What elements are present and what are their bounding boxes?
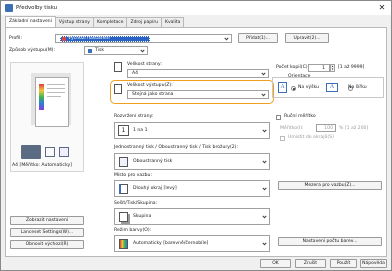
staple-value: Skupina xyxy=(133,214,152,219)
duplex-icon xyxy=(118,156,129,167)
layout-select[interactable]: 1 1 na 1 xyxy=(114,122,270,139)
title-bar: Předvolby tisku ✕ xyxy=(1,1,391,15)
binding-icon xyxy=(118,183,129,194)
staple-select[interactable]: Skupina xyxy=(114,208,270,225)
document-icon xyxy=(45,147,55,157)
color-mode-icon xyxy=(118,238,129,249)
print-icon xyxy=(88,48,92,53)
output-size-icon xyxy=(114,84,122,94)
layout-value: 1 na 1 xyxy=(133,128,148,133)
profile-select[interactable]: Výchozí nastavení xyxy=(55,34,232,43)
page-size-label: Velikost strany: xyxy=(127,62,162,67)
window-title: Předvolby tisku xyxy=(16,5,58,11)
layout-icon: 1 xyxy=(118,125,129,136)
profile-value: Výchozí nastavení xyxy=(68,36,110,41)
output-method-select[interactable]: Tisk xyxy=(84,46,148,55)
tab-basic-settings[interactable]: Základní nastavení xyxy=(5,16,56,27)
binding-value: Dlouhý okraj [levý] xyxy=(133,186,177,191)
profile-label: Profil: xyxy=(9,36,23,41)
margins-label: Umístit do okrajů(S) xyxy=(288,135,334,140)
staple-label: Sešít/Tisk/Skupina: xyxy=(114,201,158,206)
settings-panel: Profil: Výchozí nastavení Přidat(1)... U… xyxy=(5,27,387,257)
output-size-value: Stejná jako strana xyxy=(132,92,174,97)
binding-label: Místo pro vazbu: xyxy=(114,173,152,178)
group-icon xyxy=(118,211,129,222)
color-mode-label: Režim barvy(O): xyxy=(114,228,152,233)
close-icon[interactable]: ✕ xyxy=(377,3,387,13)
layout-preview-icon xyxy=(59,147,69,157)
scale-unit: % [1 až 200] xyxy=(339,126,369,131)
ok-button[interactable]: OK xyxy=(260,259,291,268)
tab-page-output[interactable]: Výstup strany xyxy=(54,17,94,27)
cancel-button[interactable]: Zrušit xyxy=(295,259,326,268)
portrait-label: Na výšku xyxy=(298,85,319,90)
scale-label: Měřítko(I): xyxy=(280,126,304,131)
color-mode-value: Automaticky [barevně/černobíle] xyxy=(133,241,209,246)
color-count-button[interactable]: Nastavení počtu barev... xyxy=(278,237,382,246)
duplex-label: Jednostranný tisk / Oboustranný tisk / T… xyxy=(114,145,239,150)
duplex-select[interactable]: Oboustranný tisk xyxy=(114,153,270,170)
preview-area: A4 [Měřítko: Automaticky] xyxy=(10,62,84,172)
gutter-button[interactable]: Mezera pro vazbu(Z)... xyxy=(278,181,382,190)
output-method-value: Tisk xyxy=(95,48,104,53)
manual-scale-checkbox[interactable] xyxy=(276,115,281,120)
help-button[interactable]: Nápověda xyxy=(360,259,387,268)
landscape-label: Na šířku xyxy=(348,85,367,90)
copies-label: Počet kopií(C): xyxy=(276,65,310,70)
manual-scale-label: Ruční měřítko xyxy=(284,114,316,119)
page-size-value: A4 xyxy=(132,71,139,76)
apply-button[interactable]: Použít xyxy=(330,259,357,268)
layout-label: Rozvržení strany: xyxy=(114,114,154,119)
copies-value: 1 xyxy=(322,65,325,71)
duplex-value: Oboustranný tisk xyxy=(133,159,173,164)
tab-paper-source[interactable]: Zdroj papíru xyxy=(126,17,163,27)
copies-range: [1 až 9999] xyxy=(338,65,365,70)
show-settings-button[interactable]: Zobrazit nastavení xyxy=(10,216,84,225)
tab-finishing[interactable]: Kompletace xyxy=(92,17,128,27)
print-preferences-window: Předvolby tisku ✕ Základní nastavení Výs… xyxy=(0,0,392,271)
profile-icon xyxy=(62,36,66,41)
preview-caption: A4 [Měřítko: Automaticky] xyxy=(12,163,72,168)
tab-quality[interactable]: Kvalita xyxy=(161,17,185,27)
output-size-label: Velikost výstupu(Z): xyxy=(127,83,173,88)
portrait-radio[interactable] xyxy=(291,86,296,91)
lanceset-settings-button[interactable]: Lanceset Settings(W)... xyxy=(10,228,84,237)
add-profile-button[interactable]: Přidat(1)... xyxy=(238,33,278,43)
landscape-icon: A xyxy=(326,83,338,92)
preview-color-strip xyxy=(39,84,44,110)
page-size-icon xyxy=(114,62,122,72)
binding-select[interactable]: Dlouhý okraj [levý] xyxy=(114,180,270,197)
page-size-select[interactable]: A4 xyxy=(127,69,269,78)
output-method-label: Způsob výstupu(M): xyxy=(9,48,56,53)
scale-value: 100 xyxy=(324,125,333,131)
portrait-icon: A xyxy=(278,82,287,93)
copies-input[interactable]: 1 xyxy=(308,64,330,72)
copies-spinner[interactable]: ▴ ▾ xyxy=(330,64,335,72)
margins-checkbox[interactable] xyxy=(280,136,285,141)
printer-icon xyxy=(5,4,13,12)
preview-page xyxy=(35,77,69,127)
printer-device-icon xyxy=(21,145,41,159)
color-mode-select[interactable]: Automaticky [barevně/černobíle] xyxy=(114,235,270,252)
scale-input[interactable]: 100 xyxy=(316,124,336,132)
output-size-select[interactable]: Stejná jako strana xyxy=(127,90,269,99)
edit-profile-button[interactable]: Upravit(2)... xyxy=(285,33,329,43)
tab-bar: Základní nastavení Výstup strany Komplet… xyxy=(5,16,185,27)
restore-defaults-button[interactable]: Obnovit výchozí(R) xyxy=(10,240,84,249)
